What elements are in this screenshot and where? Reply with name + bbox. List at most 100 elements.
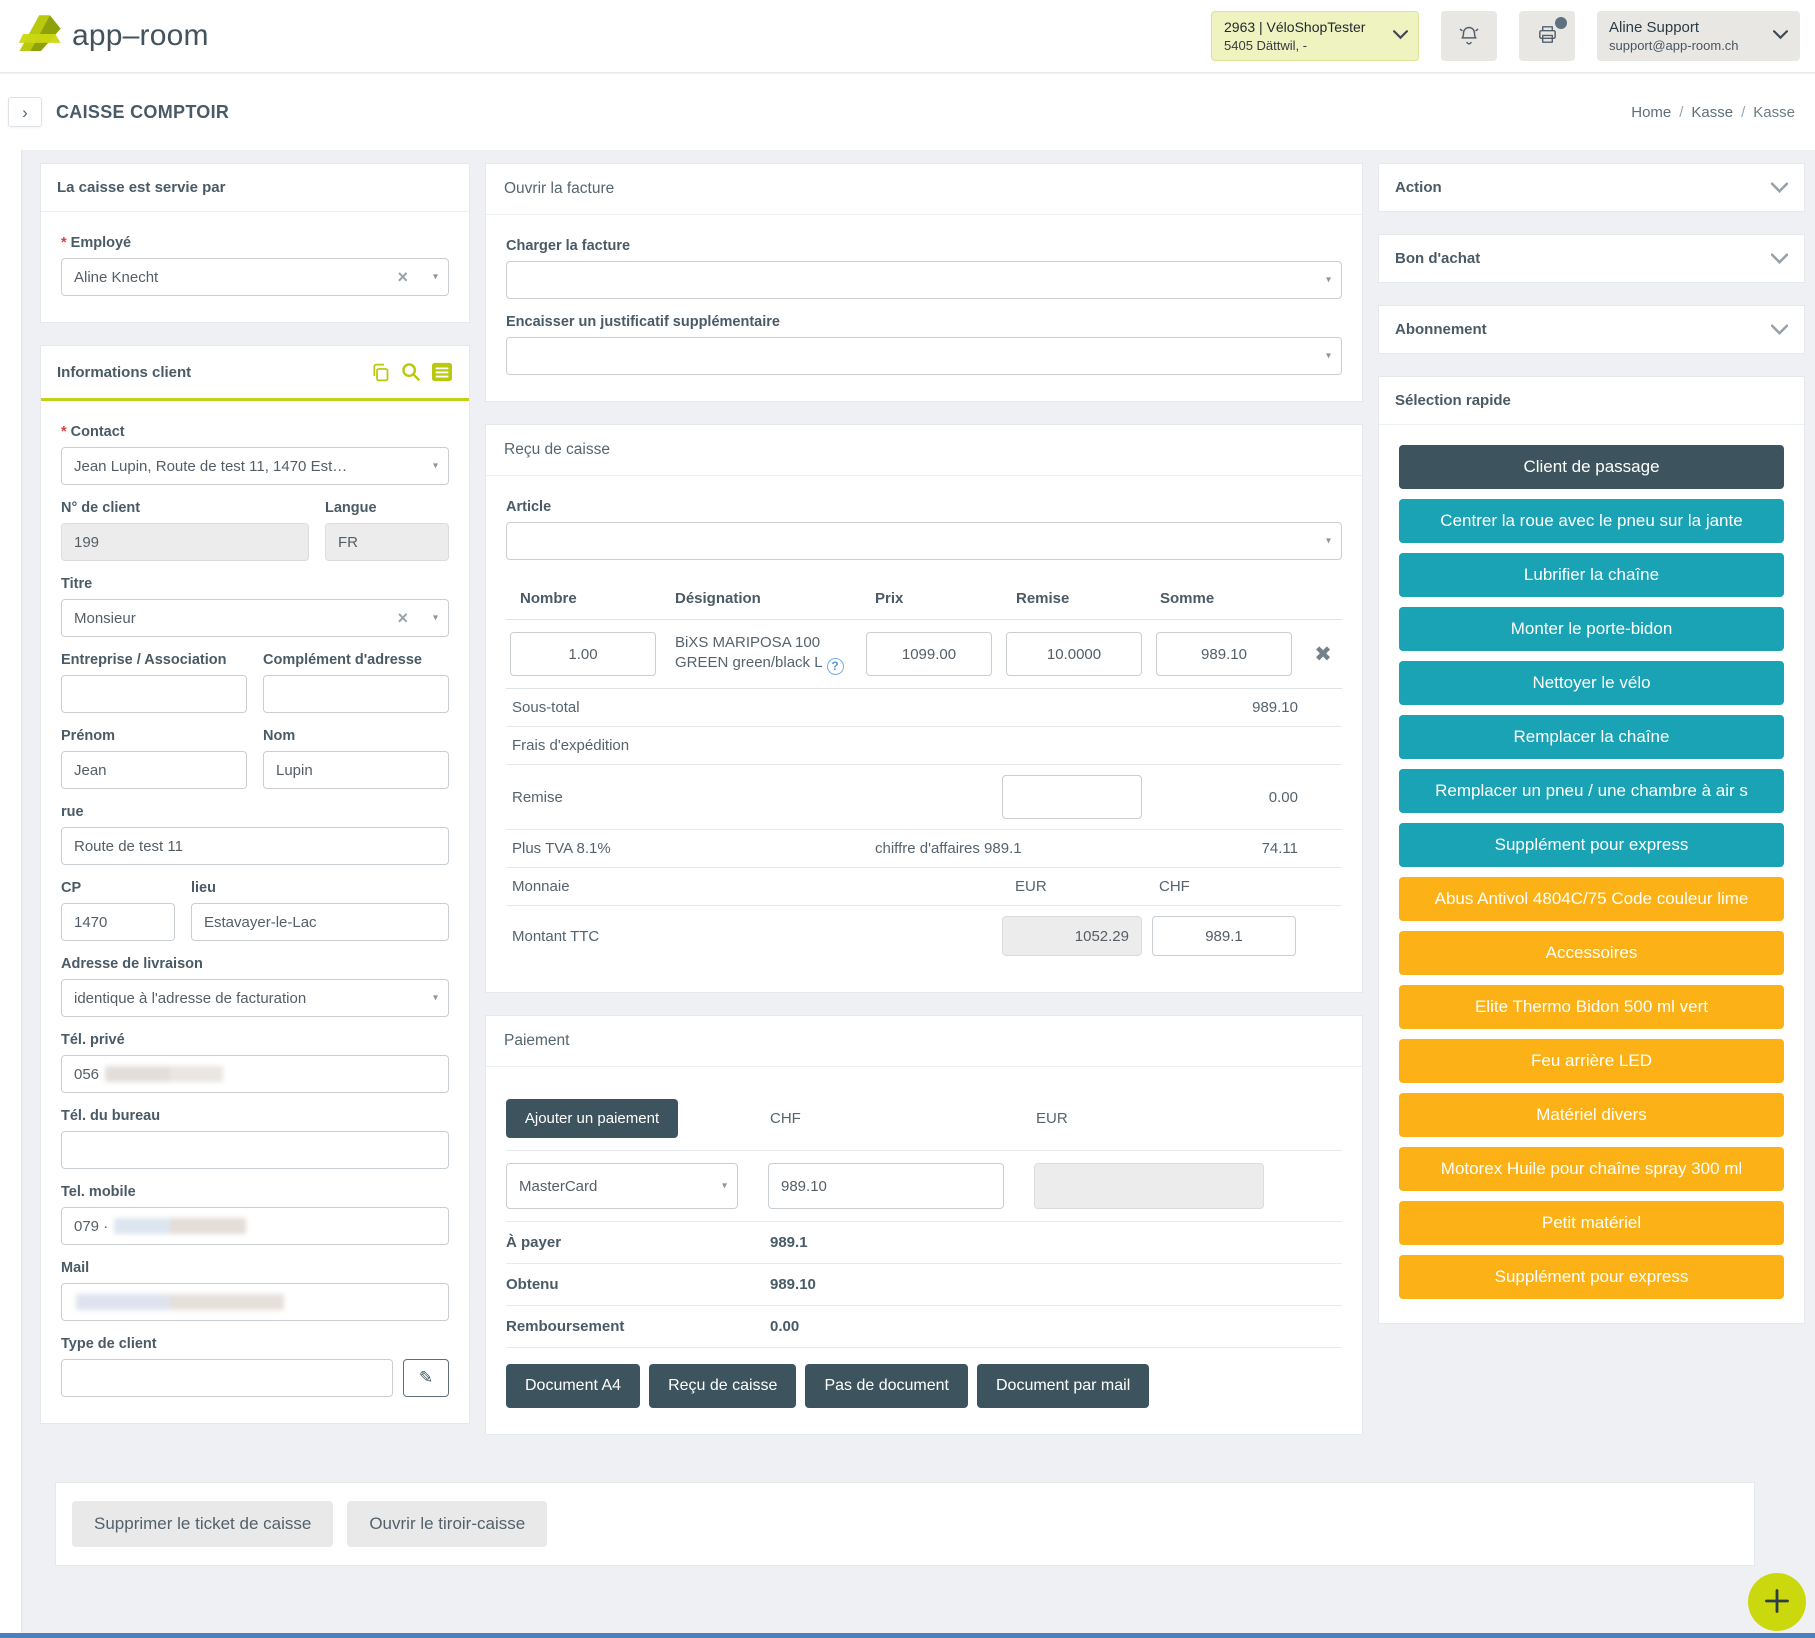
required-marker: *	[61, 424, 67, 440]
client-type-input[interactable]	[61, 1359, 393, 1397]
phone-office-input[interactable]	[61, 1131, 449, 1169]
quick-button-supplement-express-service[interactable]: Supplément pour express	[1399, 823, 1784, 867]
zip-input[interactable]: 1470	[61, 903, 175, 941]
salutation-select[interactable]: Monsieur × ▾	[61, 599, 449, 637]
grand-total-row: Montant TTC 1052.29 989.1	[506, 906, 1342, 966]
document-by-mail-button[interactable]: Document par mail	[977, 1364, 1149, 1408]
to-pay-value: 989.1	[768, 1234, 1034, 1251]
receipt-document-button[interactable]: Reçu de caisse	[649, 1364, 796, 1408]
chevron-down-icon: ▾	[1326, 351, 1331, 362]
article-select[interactable]: ▾	[506, 522, 1342, 560]
breadcrumb-kasse[interactable]: Kasse	[1691, 104, 1733, 121]
quick-button-centrer-la-roue[interactable]: Centrer la roue avec le pneu sur la jant…	[1399, 499, 1784, 543]
app-logo-text: app–room	[72, 19, 209, 53]
contact-label: *Contact	[61, 423, 449, 441]
discount-row: Remise 0.00	[506, 765, 1342, 830]
app-logo[interactable]: app–room	[16, 11, 209, 62]
order-discount-input[interactable]	[1002, 775, 1142, 819]
shop-id: 2963 | VéloShopTester	[1224, 18, 1393, 37]
breadcrumb-home[interactable]: Home	[1631, 104, 1671, 121]
payment-method-select[interactable]: MasterCard ▾	[506, 1163, 738, 1209]
quick-button-petit-materiel[interactable]: Petit matériel	[1399, 1201, 1784, 1245]
payment-amount-chf-input[interactable]: 989.10	[768, 1163, 1004, 1209]
grand-total-label: Montant TTC	[506, 928, 862, 945]
item-discount-input[interactable]: 10.0000	[1006, 632, 1142, 676]
document-a4-button[interactable]: Document A4	[506, 1364, 640, 1408]
item-qty-input[interactable]: 1.00	[510, 632, 656, 676]
shop-address: 5405 Dättwil, -	[1224, 37, 1393, 54]
column-header-total: Somme	[1152, 590, 1302, 607]
currency-eur-label: EUR	[1002, 878, 1152, 895]
delete-receipt-button[interactable]: Supprimer le ticket de caisse	[72, 1501, 333, 1547]
help-icon[interactable]: ?	[827, 658, 844, 675]
last-name-input[interactable]: Lupin	[263, 751, 449, 789]
subtotal-value: 989.10	[1152, 699, 1302, 716]
address-suffix-input[interactable]	[263, 675, 449, 713]
employee-select[interactable]: Aline Knecht × ▾	[61, 258, 449, 296]
quick-button-elite-thermo-bidon[interactable]: Elite Thermo Bidon 500 ml vert	[1399, 985, 1784, 1029]
phone-mobile-input[interactable]: 079 ·	[61, 1207, 449, 1245]
open-cash-drawer-button[interactable]: Ouvrir le tiroir-caisse	[347, 1501, 547, 1547]
chevron-down-icon: ▾	[433, 613, 438, 624]
subscription-panel-title: Abonnement	[1395, 321, 1487, 338]
quick-button-lubrifier-la-chaine[interactable]: Lubrifier la chaîne	[1399, 553, 1784, 597]
clear-icon[interactable]: ×	[391, 609, 420, 627]
quick-button-nettoyer-le-velo[interactable]: Nettoyer le vélo	[1399, 661, 1784, 705]
shipping-row: Frais d'expédition	[506, 727, 1342, 765]
add-button[interactable]	[1748, 1573, 1806, 1631]
chevron-down-icon: ▾	[433, 272, 438, 283]
payment-method-row: MasterCard ▾ 989.10	[506, 1151, 1342, 1222]
quick-selection-panel: Sélection rapide Client de passage Centr…	[1378, 376, 1805, 1324]
list-icon[interactable]	[431, 362, 453, 382]
load-invoice-select[interactable]: ▾	[506, 261, 1342, 299]
quick-button-accessoires[interactable]: Accessoires	[1399, 931, 1784, 975]
quick-button-feu-arriere-led[interactable]: Feu arrière LED	[1399, 1039, 1784, 1083]
topbar-actions: 2963 | VéloShopTester 5405 Dättwil, -	[1211, 11, 1800, 61]
quick-button-monter-le-porte-bidon[interactable]: Monter le porte-bidon	[1399, 607, 1784, 651]
refund-value: 0.00	[768, 1318, 1034, 1335]
item-price-input[interactable]: 1099.00	[866, 632, 992, 676]
street-input[interactable]: Route de test 11	[61, 827, 449, 865]
mail-input[interactable]	[61, 1283, 449, 1321]
clear-icon[interactable]: ×	[391, 268, 420, 286]
column-header-designation: Désignation	[666, 590, 862, 607]
quick-button-client-de-passage[interactable]: Client de passage	[1399, 445, 1784, 489]
add-payment-button[interactable]: Ajouter un paiement	[506, 1099, 678, 1138]
phone-office-label: Tél. du bureau	[61, 1107, 449, 1125]
voucher-panel-header[interactable]: Bon d'achat	[1379, 235, 1804, 282]
delivery-address-select[interactable]: identique à l'adresse de facturation ▾	[61, 979, 449, 1017]
total-chf-input[interactable]: 989.1	[1152, 916, 1296, 956]
phone-private-input[interactable]: 056	[61, 1055, 449, 1093]
quick-button-supplement-express-article[interactable]: Supplément pour express	[1399, 1255, 1784, 1299]
quick-button-motorex-huile[interactable]: Motorex Huile pour chaîne spray 300 ml	[1399, 1147, 1784, 1191]
street-label: rue	[61, 803, 449, 821]
city-input[interactable]: Estavayer-le-Lac	[191, 903, 449, 941]
company-input[interactable]	[61, 675, 247, 713]
action-panel-header[interactable]: Action	[1379, 164, 1804, 211]
sidebar-collapse-toggle[interactable]: ›	[8, 97, 42, 127]
edit-client-type-button[interactable]: ✎	[403, 1359, 449, 1397]
received-value: 989.10	[768, 1276, 1034, 1293]
quick-button-materiel-divers[interactable]: Matériel divers	[1399, 1093, 1784, 1137]
user-menu[interactable]: Aline Support support@app-room.ch	[1597, 11, 1800, 61]
print-button[interactable]	[1519, 11, 1575, 61]
received-label: Obtenu	[506, 1276, 768, 1293]
quick-button-remplacer-la-chaine[interactable]: Remplacer la chaîne	[1399, 715, 1784, 759]
contact-select[interactable]: Jean Lupin, Route de test 11, 1470 Est… …	[61, 447, 449, 485]
remove-item-icon[interactable]: ✖	[1302, 642, 1344, 667]
extra-receipt-select[interactable]: ▾	[506, 337, 1342, 375]
quick-button-remplacer-un-pneu[interactable]: Remplacer un pneu / une chambre à air s	[1399, 769, 1784, 813]
subscription-panel-header[interactable]: Abonnement	[1379, 306, 1804, 353]
shop-selector[interactable]: 2963 | VéloShopTester 5405 Dättwil, -	[1211, 11, 1419, 61]
no-document-button[interactable]: Pas de document	[805, 1364, 968, 1408]
phone-private-label: Tél. privé	[61, 1031, 449, 1049]
copy-icon[interactable]	[370, 362, 391, 383]
column-header-price: Prix	[862, 590, 1002, 607]
notifications-button[interactable]	[1441, 11, 1497, 61]
first-name-input[interactable]: Jean	[61, 751, 247, 789]
search-icon[interactable]	[400, 361, 422, 383]
vat-label: Plus TVA 8.1%	[506, 840, 862, 857]
user-email: support@app-room.ch	[1609, 38, 1773, 54]
quick-button-abus-antivol[interactable]: Abus Antivol 4804C/75 Code couleur lime	[1399, 877, 1784, 921]
item-total-input[interactable]: 989.10	[1156, 632, 1292, 676]
